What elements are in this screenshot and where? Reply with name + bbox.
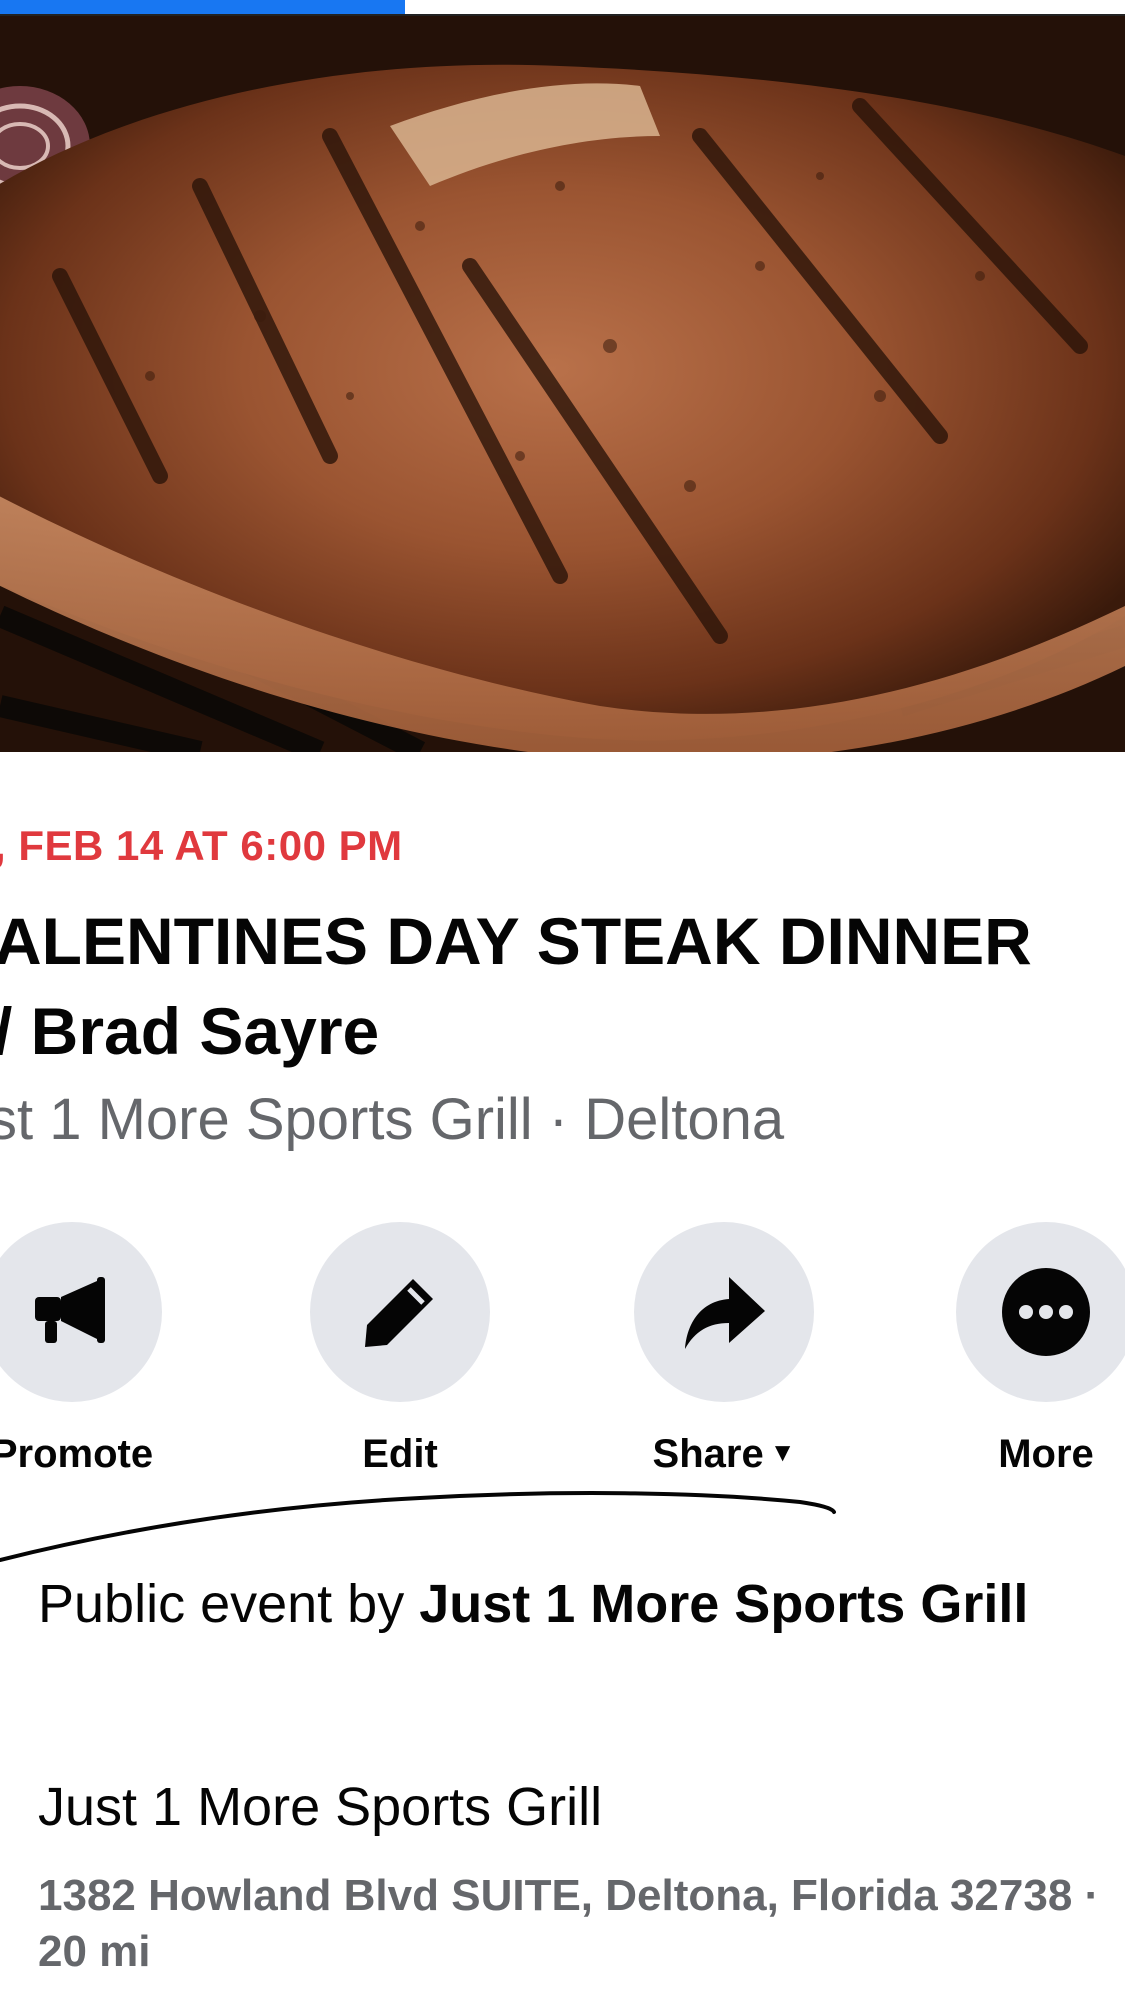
megaphone-icon bbox=[35, 1277, 105, 1343]
share-icon-circle[interactable] bbox=[634, 1222, 814, 1402]
event-action-bar: Promote Edit Share ▼ More bbox=[0, 1222, 1125, 1482]
share-label: Share ▼ bbox=[624, 1432, 824, 1477]
story-progress-fill bbox=[0, 0, 405, 14]
caret-down-icon: ▼ bbox=[769, 1437, 796, 1467]
public-event-host: Public event by Just 1 More Sports Grill bbox=[38, 1566, 1125, 1642]
share-arrow-icon bbox=[685, 1277, 765, 1349]
event-title: ALENTINES DAY STEAK DINNER / Brad Sayre bbox=[0, 896, 1125, 1076]
event-cover-photo[interactable] bbox=[0, 16, 1125, 752]
venue-address[interactable]: 1382 Howland Blvd SUITE, Deltona, Florid… bbox=[38, 1868, 1125, 1980]
venue-name[interactable]: Just 1 More Sports Grill bbox=[38, 1776, 602, 1838]
promote-label: Promote bbox=[0, 1432, 154, 1476]
story-progress-bar bbox=[0, 0, 1125, 16]
more-dots-icon bbox=[1002, 1268, 1090, 1356]
more-icon-circle[interactable] bbox=[956, 1222, 1125, 1402]
pencil-icon bbox=[365, 1279, 433, 1347]
edit-icon-circle[interactable] bbox=[310, 1222, 490, 1402]
edit-label: Edit bbox=[362, 1432, 438, 1476]
promote-icon-circle[interactable] bbox=[0, 1222, 162, 1402]
host-name-link[interactable]: Just 1 More Sports Grill bbox=[419, 1574, 1028, 1634]
more-label: More bbox=[998, 1432, 1094, 1476]
event-location-summary[interactable]: st 1 More Sports Grill · Deltona bbox=[0, 1086, 784, 1153]
event-title-line-2: / Brad Sayre bbox=[0, 994, 380, 1068]
event-date-time: , FEB 14 AT 6:00 PM bbox=[0, 822, 403, 869]
handwritten-underline bbox=[0, 1491, 836, 1562]
event-title-line-1: ALENTINES DAY STEAK DINNER bbox=[0, 904, 1032, 978]
host-prefix: Public event by bbox=[38, 1574, 420, 1634]
steak-image bbox=[0, 16, 1125, 752]
share-label-text: Share bbox=[652, 1432, 764, 1476]
